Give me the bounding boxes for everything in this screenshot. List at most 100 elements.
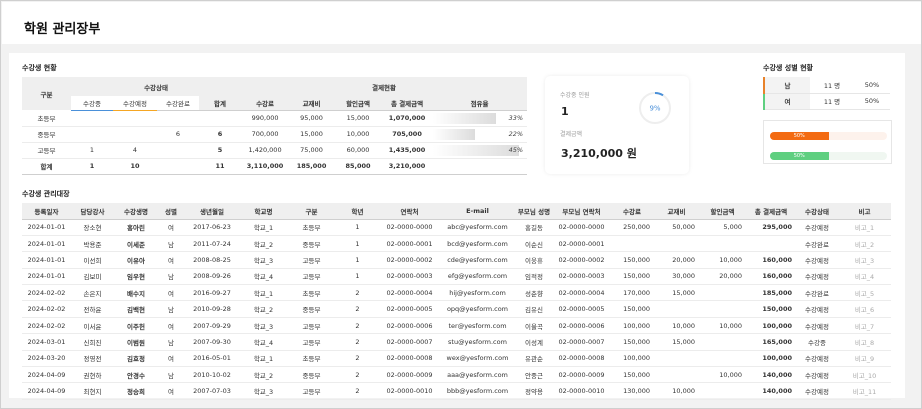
cell-book: 10,000 <box>654 382 699 400</box>
cell-email: efg@yesform.com <box>440 268 515 286</box>
cell-parent_phone: 02-0000-0003 <box>553 268 610 286</box>
cell-status: 수강예정 <box>796 219 838 236</box>
cell-phone: 02-0000-0006 <box>379 317 440 335</box>
cell-book: 75,000 <box>289 142 335 159</box>
gender-row-male: 남 11 명 50% <box>763 77 890 94</box>
cell-total <box>746 235 796 253</box>
cell-fee: 1,420,000 <box>241 142 290 159</box>
cell-phone: 02-0000-0000 <box>379 219 440 236</box>
col-enrolled-header: 수강중 <box>71 96 113 111</box>
total-discount: 85,000 <box>334 158 383 175</box>
cell-fee: 990,000 <box>241 110 290 127</box>
table-row: 2024-03-01 신희진 이범원 남 2007-09-30 학교_4 고등부 2 02-00… <box>22 333 891 351</box>
cell-gender: 여 <box>158 350 184 368</box>
cell-email: ter@yesform.com <box>440 317 515 335</box>
cell-discount <box>699 382 746 400</box>
cell-discount: 15,000 <box>334 110 383 127</box>
cell-sum <box>199 110 242 127</box>
cell-note: 비고_1 <box>838 219 891 236</box>
cell-book <box>654 350 699 368</box>
cell-total: 1,070,000 <box>382 110 433 127</box>
cell-student: 이범원 <box>114 333 158 351</box>
group-payment-header: 결제현황 <box>241 77 528 96</box>
cell-fee: 150,000 <box>610 333 654 351</box>
cell-division: 중등부 <box>287 366 336 384</box>
cell-discount: 20,000 <box>699 268 746 286</box>
share-cell: 45% <box>432 142 528 159</box>
cell-gender: 남 <box>158 300 184 318</box>
cell-discount: 60,000 <box>334 142 383 159</box>
ledger-col-header: 할인금액 <box>699 203 746 220</box>
cell-discount: 10,000 <box>699 366 746 384</box>
cell-grade: 2 <box>336 382 379 400</box>
cell-phone: 02-0000-0004 <box>379 284 440 302</box>
cell-fee: 130,000 <box>610 382 654 400</box>
ledger-col-header: 학년 <box>336 203 379 220</box>
cell-enrolled <box>71 110 113 127</box>
cell-status: 수강예정 <box>796 300 838 318</box>
cell-school: 학교_4 <box>240 268 287 286</box>
cell-discount <box>699 333 746 351</box>
cell-division: 고등부 <box>287 317 336 335</box>
cell-discount: 10,000 <box>699 317 746 335</box>
cell-fee: 250,000 <box>610 219 654 236</box>
cell-parent: 김유신 <box>515 300 553 318</box>
status-total-row: 합계 1 10 11 3,110,000 185,000 85,000 3,210,000 <box>22 158 528 175</box>
cell-division: 초등부 <box>22 110 71 127</box>
cell-teacher: 장소현 <box>71 219 114 236</box>
ledger-col-header: 비고 <box>838 203 891 220</box>
cell-grade: 1 <box>336 235 379 253</box>
status-table: 구분 수강상태 결제현황 수강중 수강예정 수강완료 합계 수강료 교재비 할인… <box>22 77 528 175</box>
cell-status: 수강예정 <box>796 317 838 335</box>
cell-grade: 2 <box>336 333 379 351</box>
cell-gender: 남 <box>158 366 184 384</box>
cell-parent_phone: 02-0000-0006 <box>553 317 610 335</box>
ledger-col-header: 연락처 <box>379 203 440 220</box>
cell-fee: 150,000 <box>610 268 654 286</box>
ledger-header-row: 등록일자 담당강사 수강생명 성별 생년월일 학교명 구분 학년 연락처 E-mail 부모님 성명… <box>22 203 891 220</box>
cell-birth: 2007-07-03 <box>184 382 240 400</box>
col-book-header: 교재비 <box>289 96 335 111</box>
cell-date: 2024-01-01 <box>22 251 71 269</box>
total-share <box>432 158 528 175</box>
cell-email: abc@yesform.com <box>440 219 515 236</box>
cell-book: 15,000 <box>654 284 699 302</box>
cell-discount: 10,000 <box>334 126 383 143</box>
cell-parent_phone: 02-0000-0007 <box>553 333 610 351</box>
total-sum: 11 <box>199 158 242 175</box>
table-row: 2024-04-09 최현지 정승희 여 2007-07-03 학교_3 고등부 2 02-00… <box>22 382 891 400</box>
cell-school: 학교_3 <box>240 317 287 335</box>
gender-bar-2: 50% <box>770 152 887 160</box>
amount-label: 결제금액 <box>560 131 583 138</box>
cell-status: 수강예정 <box>796 268 838 286</box>
cell-date: 2024-01-01 <box>22 268 71 286</box>
cell-parent: 이성계 <box>515 333 553 351</box>
cell-note: 비고_4 <box>838 268 891 286</box>
ledger-col-header: 교재비 <box>654 203 699 220</box>
status-row: 중등부 6 6 700,000 15,000 10,000 705,000 22% <box>22 126 528 143</box>
cell-note: 비고_8 <box>838 333 891 351</box>
cell-division: 초등부 <box>287 219 336 236</box>
ledger-col-header: 총 결제금액 <box>746 203 796 220</box>
cell-note: 비고_7 <box>838 317 891 335</box>
cell-book: 30,000 <box>654 268 699 286</box>
cell-email: aaa@yesform.com <box>440 366 515 384</box>
cell-grade: 2 <box>336 317 379 335</box>
cell-phone: 02-0000-0005 <box>379 300 440 318</box>
cell-book: 15,000 <box>289 126 335 143</box>
cell-gender: 남 <box>158 333 184 351</box>
cell-parent_phone: 02-0000-0008 <box>553 350 610 368</box>
cell-phone: 02-0000-0009 <box>379 366 440 384</box>
cell-student: 안경수 <box>114 366 158 384</box>
cell-date: 2024-03-01 <box>22 333 71 351</box>
cell-division: 중등부 <box>287 300 336 318</box>
col-total-header: 총 결제금액 <box>382 96 433 111</box>
cell-email: stu@yesform.com <box>440 333 515 351</box>
cell-school: 학교_3 <box>240 382 287 400</box>
table-row: 2024-02-02 전하윤 김백현 남 2010-09-28 학교_2 중등부 2 02-00… <box>22 300 891 318</box>
cell-phone: 02-0000-0007 <box>379 333 440 351</box>
cell-division: 중등부 <box>22 126 71 143</box>
cell-grade: 2 <box>336 284 379 302</box>
cell-note: 비고_10 <box>838 366 891 384</box>
cell-phone: 02-0000-0003 <box>379 268 440 286</box>
